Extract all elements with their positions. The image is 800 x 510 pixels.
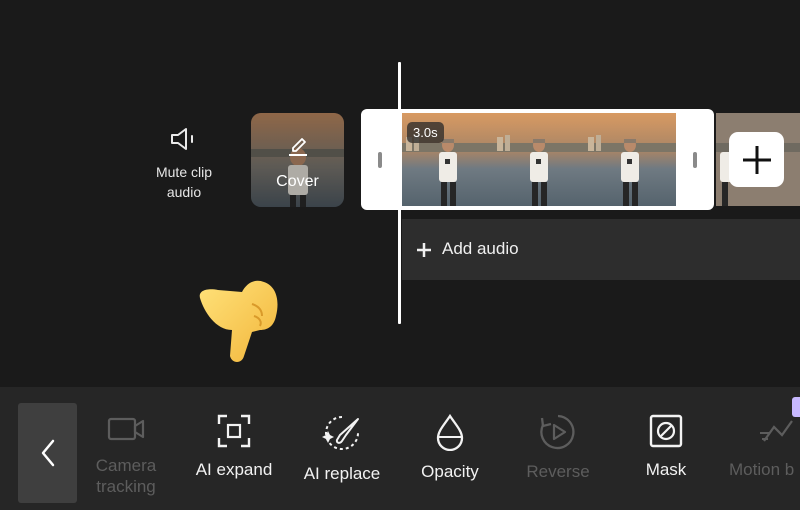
clip-trim-handle-right[interactable] xyxy=(693,152,697,168)
playhead[interactable] xyxy=(398,62,401,324)
motion-blur-icon xyxy=(760,420,793,442)
back-button[interactable] xyxy=(18,403,77,503)
tool-label: Reverse xyxy=(526,462,590,481)
tool-label: Camera tracking xyxy=(95,456,157,496)
tool-reverse[interactable]: Reverse xyxy=(516,413,600,482)
tool-opacity[interactable]: Opacity xyxy=(410,413,490,482)
tool-ai-expand[interactable]: AI expand xyxy=(187,413,281,480)
add-clip-button[interactable] xyxy=(729,132,784,187)
reverse-play-icon xyxy=(540,414,575,450)
plus-icon xyxy=(742,145,771,174)
mask-icon xyxy=(649,414,683,448)
tool-camera-tracking[interactable]: Camera tracking xyxy=(85,413,167,497)
add-audio-plus-icon xyxy=(417,243,431,257)
tool-label: Motion b xyxy=(729,460,795,479)
cover-shade xyxy=(251,113,344,207)
mute-clip-audio-button[interactable]: Mute clip audio xyxy=(140,126,228,202)
edge-indicator xyxy=(792,397,800,417)
tool-mask[interactable]: Mask xyxy=(628,413,704,480)
clip-duration-badge: 3.0s xyxy=(407,122,444,143)
add-audio-label: Add audio xyxy=(442,239,519,258)
cover-button[interactable]: Cover xyxy=(251,113,344,207)
droplet-icon xyxy=(436,413,464,451)
tool-ai-replace[interactable]: AI replace xyxy=(294,413,390,484)
magic-brush-icon xyxy=(322,416,359,450)
mute-clip-label: Mute clip audio xyxy=(155,164,213,200)
add-audio-track[interactable]: Add audio xyxy=(402,219,800,280)
bottom-toolbar: Camera tracking AI expand AI replace Opa… xyxy=(0,387,800,510)
speaker-muted-icon xyxy=(171,128,193,150)
tool-label: Mask xyxy=(645,460,687,479)
tool-label: Opacity xyxy=(421,462,479,481)
tool-motion-blur[interactable]: Motion b xyxy=(726,413,800,480)
chevron-left-icon xyxy=(41,439,54,467)
cover-label: Cover xyxy=(276,173,319,190)
tool-label: AI expand xyxy=(195,460,273,479)
clip-trim-handle-left[interactable] xyxy=(378,152,382,168)
edit-pencil-icon xyxy=(289,138,307,156)
camera-icon xyxy=(107,417,145,441)
pointing-hand-emoji xyxy=(199,280,278,362)
timeline-area: Mute clip audio Cover 3.0s Add audio xyxy=(0,0,800,387)
tool-label: AI replace xyxy=(303,464,381,483)
expand-frame-icon xyxy=(217,414,251,448)
